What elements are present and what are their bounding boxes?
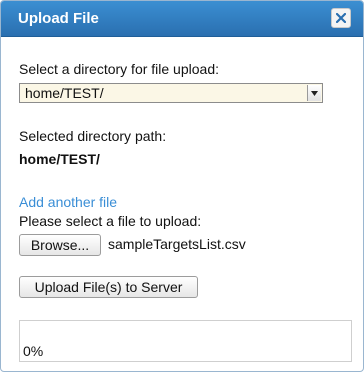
chevron-down-icon[interactable] <box>307 85 321 101</box>
directory-path-value: home/TEST/ <box>19 151 100 167</box>
dialog-title: Upload File <box>18 10 99 27</box>
upload-button[interactable]: Upload File(s) to Server <box>19 276 198 298</box>
add-another-file-link[interactable]: Add another file <box>19 194 117 210</box>
directory-select-value: home/TEST/ <box>25 85 104 101</box>
dialog-titlebar[interactable]: Upload File <box>1 1 363 37</box>
upload-progress-bar: 0% <box>19 320 352 362</box>
browse-button[interactable]: Browse... <box>19 234 101 256</box>
directory-select[interactable]: home/TEST/ <box>19 83 323 103</box>
upload-progress-text: 0% <box>23 343 44 359</box>
selected-filename: sampleTargetsList.csv <box>108 236 246 252</box>
close-icon <box>336 13 346 23</box>
directory-path-label: Selected directory path: <box>19 128 167 144</box>
directory-select-label: Select a directory for file upload: <box>19 61 219 77</box>
upload-file-dialog: Upload File Select a directory for file … <box>0 0 364 372</box>
file-select-label: Please select a file to upload: <box>19 213 202 229</box>
close-button[interactable] <box>331 8 351 28</box>
